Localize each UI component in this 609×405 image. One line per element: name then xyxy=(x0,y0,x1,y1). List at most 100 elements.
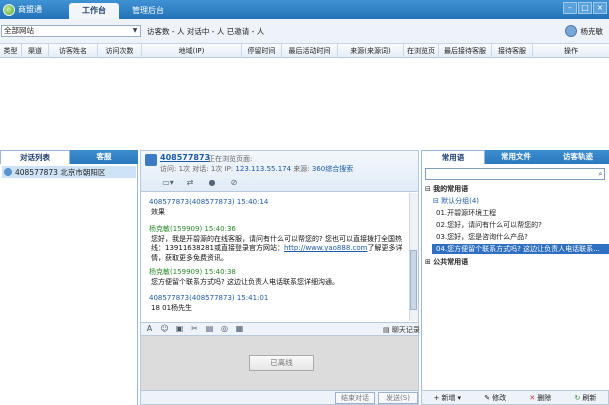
shake-icon[interactable]: ◎ xyxy=(219,323,230,334)
phrase-item-selected[interactable]: 04.您方便留个联系方式吗? 这边让负责人电话联系... xyxy=(432,244,609,254)
tab-files[interactable]: 常用文件 xyxy=(485,150,547,164)
add-button[interactable]: + 新增 ▾ xyxy=(434,393,461,403)
logo-icon xyxy=(3,3,15,16)
input-tools: A ☺ ▣ ✂ ▤ ◎ ▦ xyxy=(144,323,245,334)
col-action[interactable]: 操作 xyxy=(533,44,609,58)
message: 杨克敏(159909) 15:40:38 您方便留个联系方式吗? 这边让负责人电… xyxy=(149,268,405,287)
delete-icon: ✕ xyxy=(529,393,536,402)
app-logo: 商盟通 xyxy=(3,2,42,17)
delete-button[interactable]: ✕ 删除 xyxy=(529,393,551,403)
scrollbar-thumb[interactable] xyxy=(410,250,417,310)
message: 408577873(408577873) 15:40:14 效果 xyxy=(149,198,405,217)
col-visit-count[interactable]: 访问次数 xyxy=(98,44,142,58)
right-tabs: 常用语 常用文件 访客轨迹 xyxy=(421,150,609,164)
screenshot-icon[interactable]: ✂ xyxy=(189,323,200,334)
user-name: 杨克敏 xyxy=(580,26,604,36)
col-stay-time[interactable]: 停留时间 xyxy=(242,44,282,58)
visitor-avatar-icon xyxy=(145,154,157,166)
image-icon[interactable]: ▣ xyxy=(174,323,185,334)
offline-indicator: 已离线 xyxy=(249,355,314,371)
visitor-source[interactable]: 360综合搜索 xyxy=(312,165,353,173)
tab-workbench[interactable]: 工作台 xyxy=(69,3,119,19)
conversation-list xyxy=(0,164,138,405)
visitor-table-header: 类型 渠道 访客姓名 访问次数 地域(IP) 停留时间 最后活动时间 来源(来源… xyxy=(0,44,609,58)
tab-agents[interactable]: 客服 xyxy=(70,150,138,164)
visitor-stats: 访客数 - 人 对话中 - 人 已邀请 - 人 xyxy=(147,27,265,36)
add-button-label: 新增 xyxy=(441,393,456,402)
message-header: 408577873(408577873) 15:41:01 xyxy=(149,294,269,302)
col-source[interactable]: 来源(来源词) xyxy=(338,44,404,58)
left-tabs: 对话列表 客服 xyxy=(0,150,138,164)
close-icon[interactable]: × xyxy=(593,2,607,14)
message-text: 18 01杨先生 xyxy=(151,303,193,312)
phrase-search-input[interactable] xyxy=(425,168,605,180)
maximize-icon[interactable]: □ xyxy=(578,2,592,14)
col-visitor-name[interactable]: 访客姓名 xyxy=(49,44,98,58)
chat-history-label: 聊天记录 xyxy=(391,326,420,334)
chevron-down-icon: ▾ xyxy=(457,393,461,402)
edit-button-label: 修改 xyxy=(492,393,507,402)
col-last-agent[interactable]: 最后接待客服 xyxy=(439,44,492,58)
transfer-icon[interactable]: ⇄ xyxy=(182,177,198,189)
col-channel[interactable]: 渠道 xyxy=(22,44,49,58)
col-last-activity[interactable]: 最后活动时间 xyxy=(282,44,338,58)
person-icon[interactable]: ● xyxy=(204,177,220,189)
conversation-item[interactable]: 408577873 北京市朝阳区 xyxy=(2,166,136,178)
edit-button[interactable]: ✎ 修改 xyxy=(484,393,506,403)
message-text: 您好，我是开碧源的在线客服，请问有什么可以帮您的? 您也可以直接拨打全国热线：1… xyxy=(149,235,405,264)
col-browsing-page[interactable]: 在浏览页 xyxy=(404,44,439,58)
add-icon: + xyxy=(433,393,440,402)
folder-icon[interactable]: ▭▾ xyxy=(160,177,176,189)
col-region-ip[interactable]: 地域(IP) xyxy=(142,44,242,58)
phrase-item[interactable]: 01.开碧源环境工程 xyxy=(436,208,496,218)
phrase-item[interactable]: 03.您好，您是咨询什么产品? xyxy=(436,232,528,242)
tab-admin[interactable]: 管理后台 xyxy=(122,3,174,19)
message-text: 您方便留个联系方式吗? 这边让负责人电话联系您详细沟通。 xyxy=(151,277,339,286)
block-icon[interactable]: ⊘ xyxy=(226,177,242,189)
tree-default-group-label: 默认分组(4) xyxy=(441,197,480,205)
message-header: 杨克敏(159909) 15:40:36 xyxy=(149,225,236,233)
tree-public-phrases-label: 公共常用语 xyxy=(433,258,469,266)
tree-my-phrases-label: 我的常用语 xyxy=(433,185,469,193)
send-button[interactable]: 发送(S) xyxy=(378,392,418,404)
visit-info-prefix: 访问: 1次 对话: 1次 IP: xyxy=(160,165,236,173)
chat-history-button[interactable]: ▤ 聊天记录 xyxy=(383,325,420,335)
font-icon[interactable]: A xyxy=(144,323,155,334)
end-conversation-button[interactable]: 结束对话 xyxy=(335,392,375,404)
phrase-item[interactable]: 02.您好，请问有什么可以帮您的? xyxy=(436,220,542,230)
refresh-icon: ↻ xyxy=(574,393,581,402)
tab-visitor-track[interactable]: 访客轨迹 xyxy=(547,150,609,164)
tab-phrases[interactable]: 常用语 xyxy=(421,150,485,164)
visitor-icon xyxy=(4,168,12,176)
visitor-id-link[interactable]: 408577873 xyxy=(160,153,210,162)
app-name: 商盟通 xyxy=(18,5,42,14)
col-type[interactable]: 类型 xyxy=(0,44,22,58)
more-icon[interactable]: ▦ xyxy=(234,323,245,334)
tree-default-group[interactable]: ⊟ 默认分组(4) xyxy=(433,196,479,206)
refresh-button-label: 刷新 xyxy=(582,393,597,402)
message-header: 408577873(408577873) 15:40:14 xyxy=(149,198,269,206)
col-agent[interactable]: 接待客服 xyxy=(492,44,533,58)
edit-icon: ✎ xyxy=(484,393,491,402)
chevron-down-icon[interactable]: ▼ xyxy=(130,26,140,36)
minimize-icon[interactable]: – xyxy=(563,2,577,14)
user-icon xyxy=(564,25,577,37)
file-icon[interactable]: ▤ xyxy=(204,323,215,334)
site-select-value: 全部网站 xyxy=(4,26,34,35)
message: 杨克敏(159909) 15:40:36 您好，我是开碧源的在线客服，请问有什么… xyxy=(149,225,405,263)
visitor-table-body xyxy=(0,58,609,150)
refresh-button[interactable]: ↻ 刷新 xyxy=(574,393,596,403)
visitor-ip[interactable]: 123.113.55.174 xyxy=(235,165,291,173)
emoji-icon[interactable]: ☺ xyxy=(159,323,170,334)
tab-conversation-list[interactable]: 对话列表 xyxy=(0,150,70,164)
tree-my-phrases[interactable]: ⊟ 我的常用语 xyxy=(425,184,468,194)
tree-public-phrases[interactable]: ⊞ 公共常用语 xyxy=(425,257,468,267)
message-header: 杨克敏(159909) 15:40:38 xyxy=(149,268,236,276)
current-user[interactable]: 杨克敏 xyxy=(564,25,604,37)
chat-header-tools: ▭▾ ⇄ ● ⊘ xyxy=(160,177,242,189)
conversation-item-label: 408577873 北京市朝阳区 xyxy=(15,167,106,177)
search-icon[interactable]: ⌕ xyxy=(596,169,605,179)
website-link[interactable]: http://www.yao888.com xyxy=(284,244,367,252)
site-select[interactable]: 全部网站 ▼ xyxy=(1,25,141,37)
browsing-label: 正在浏览页面: xyxy=(208,155,253,163)
